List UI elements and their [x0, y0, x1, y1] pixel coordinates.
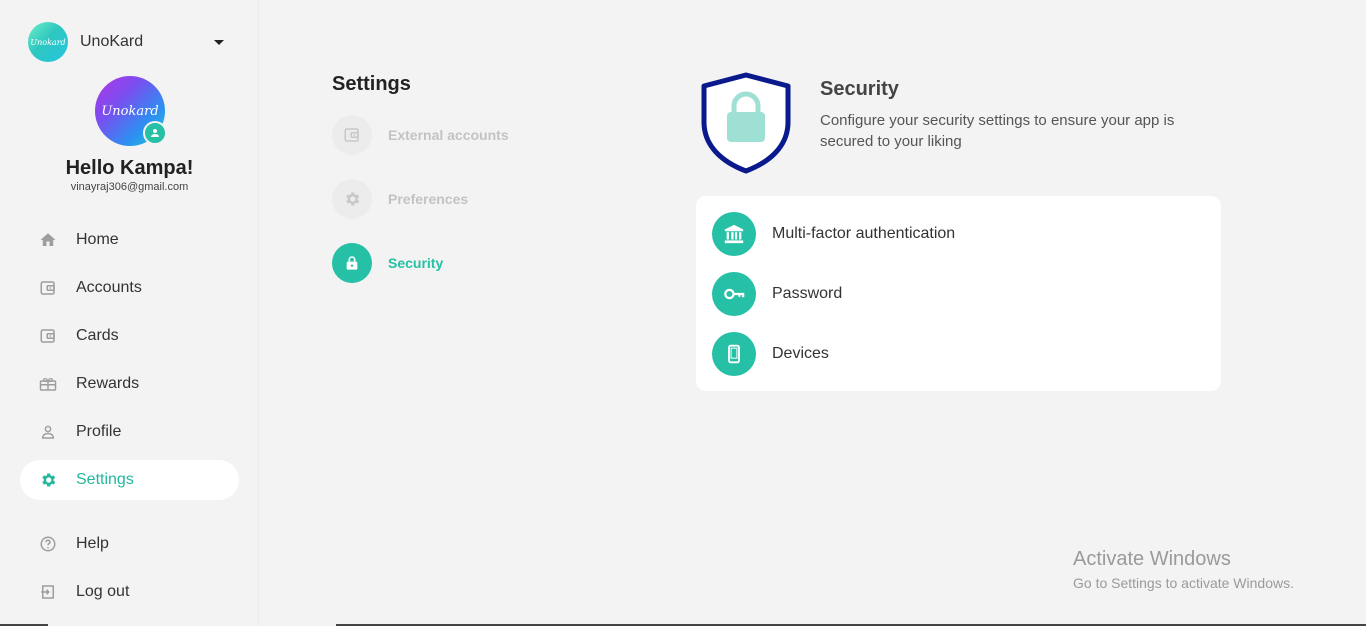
watermark-subtitle: Go to Settings to activate Windows.: [1073, 575, 1294, 591]
nav-item-rewards[interactable]: Rewards: [20, 364, 239, 404]
help-icon: [38, 534, 58, 554]
security-title: Security: [820, 78, 899, 100]
settings-item-label: External accounts: [388, 127, 509, 143]
main-nav: Home Accounts Cards Rewards Profile Sett…: [20, 216, 239, 612]
watermark-title: Activate Windows: [1073, 548, 1231, 570]
brand-name: UnoKard: [80, 33, 144, 50]
nav-item-label: Profile: [76, 423, 122, 440]
option-multi-factor-authentication[interactable]: Multi-factor authentication: [712, 212, 955, 256]
nav-item-accounts[interactable]: Accounts: [20, 268, 239, 308]
settings-item-preferences[interactable]: Preferences: [332, 179, 468, 219]
nav-item-label: Rewards: [76, 375, 140, 392]
greeting: Hello Kampa!: [65, 157, 194, 179]
nav-item-cards[interactable]: Cards: [20, 316, 239, 356]
wallet-icon: [38, 278, 58, 298]
user-email: vinayraj306@gmail.com: [70, 181, 189, 193]
nav-item-label: Settings: [76, 471, 134, 488]
nav-item-label: Accounts: [76, 279, 142, 296]
person-icon: [38, 422, 58, 442]
nav-item-label: Home: [76, 231, 119, 248]
nav-item-label: Cards: [76, 327, 119, 344]
option-label: Devices: [772, 345, 829, 362]
gear-icon: [38, 470, 58, 490]
settings-item-security[interactable]: Security: [332, 243, 443, 283]
nav-item-help[interactable]: Help: [20, 524, 239, 564]
nav-item-logout[interactable]: Log out: [20, 572, 239, 612]
bank-icon: [712, 212, 756, 256]
lock-icon: [332, 243, 372, 283]
nav-item-label: Log out: [76, 583, 130, 600]
security-options-card: Multi-factor authentication Password Dev…: [696, 196, 1221, 391]
home-icon: [38, 230, 58, 250]
settings-item-label: Preferences: [388, 191, 469, 207]
nav-item-profile[interactable]: Profile: [20, 412, 239, 452]
key-icon: [712, 272, 756, 316]
wallet-icon: [38, 326, 58, 346]
gear-icon: [332, 179, 372, 219]
shield-icon: [700, 72, 792, 179]
logout-icon: [38, 582, 58, 602]
chevron-down-icon[interactable]: [214, 40, 224, 45]
settings-title: Settings: [332, 73, 411, 95]
phone-icon: [712, 332, 756, 376]
brand-switcher[interactable]: Unokard UnoKard: [28, 22, 224, 62]
gift-icon: [38, 374, 58, 394]
person-badge-icon: [143, 121, 167, 145]
settings-item-external-accounts[interactable]: External accounts: [332, 115, 509, 155]
wallet-icon: [332, 115, 372, 155]
nav-item-settings[interactable]: Settings: [20, 460, 239, 500]
option-password[interactable]: Password: [712, 272, 842, 316]
settings-item-label: Security: [388, 255, 444, 271]
option-devices[interactable]: Devices: [712, 332, 829, 376]
security-description: Configure your security settings to ensu…: [820, 112, 1175, 150]
nav-item-label: Help: [76, 535, 109, 552]
sidebar: Unokard UnoKard Unokard Hello Kampa! vin…: [0, 0, 259, 626]
option-label: Multi-factor authentication: [772, 225, 956, 242]
option-label: Password: [772, 285, 843, 302]
nav-item-home[interactable]: Home: [20, 220, 239, 260]
brand-logo: Unokard: [28, 22, 68, 62]
activate-windows-watermark: Activate Windows Go to Settings to activ…: [1073, 548, 1294, 591]
